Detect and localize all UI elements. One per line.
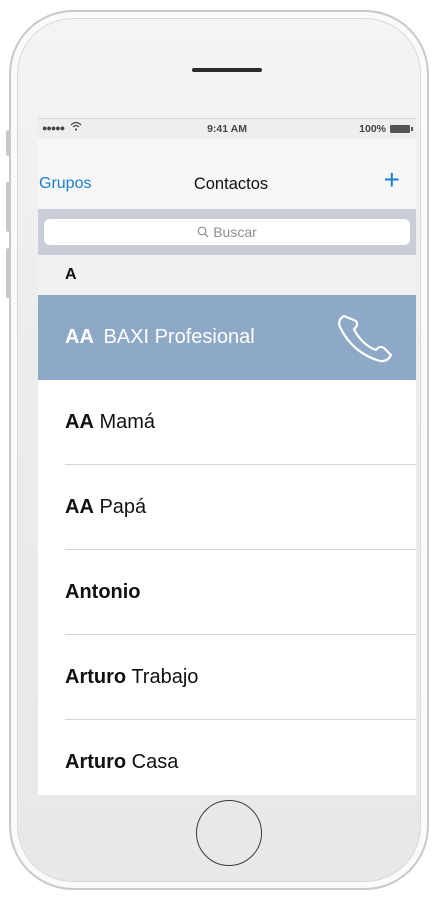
contact-second-part: Casa: [131, 751, 179, 773]
contact-row-arturo-trabajo[interactable]: Arturo Trabajo: [38, 635, 416, 720]
search-bar: Buscar: [38, 209, 416, 255]
device-stage: ●●●●● 9:41 AM 100% Grupos Contactos + Bu…: [0, 0, 435, 897]
search-input[interactable]: Buscar: [44, 219, 410, 245]
battery-icon: [390, 125, 413, 133]
add-contact-button[interactable]: +: [384, 166, 400, 194]
contact-second-part: Mamá: [99, 411, 156, 433]
contact-second-part: Trabajo: [131, 666, 199, 688]
home-button[interactable]: [196, 800, 262, 866]
search-icon: [197, 219, 209, 245]
contact-first-part: Arturo: [65, 666, 127, 688]
page-title: Contactos: [193, 175, 269, 193]
battery-percentage: 100%: [359, 123, 386, 135]
volume-down-button: [6, 248, 10, 298]
contacts-list: AA BAXI Profesional AA Mamá AA Papá Anto…: [38, 295, 416, 795]
phone-screen: ●●●●● 9:41 AM 100% Grupos Contactos + Bu…: [38, 118, 416, 795]
phone-handset-icon[interactable]: [334, 312, 394, 364]
section-header-a: A: [38, 255, 416, 295]
contact-second-part: Papá: [99, 496, 147, 518]
volume-up-button: [6, 182, 10, 232]
contact-first-part: AA: [65, 326, 94, 348]
earpiece-speaker: [192, 68, 262, 72]
contact-row-papa[interactable]: AA Papá: [38, 465, 416, 550]
contact-row-antonio[interactable]: Antonio: [38, 550, 416, 635]
contact-first-part: Antonio: [65, 581, 141, 603]
search-placeholder: Buscar: [213, 224, 257, 240]
contact-first-part: AA: [65, 411, 94, 433]
navigation-bar: Grupos Contactos +: [38, 139, 416, 209]
mute-switch: [6, 130, 10, 156]
contact-first-part: AA: [65, 496, 94, 518]
contact-first-part: Arturo: [65, 751, 127, 773]
contact-second-part: BAXI Profesional: [103, 326, 255, 348]
contact-row-baxi-profesional[interactable]: AA BAXI Profesional: [38, 295, 416, 380]
contact-row-mama[interactable]: AA Mamá: [38, 380, 416, 465]
status-bar: ●●●●● 9:41 AM 100%: [38, 119, 416, 139]
contact-row-arturo-casa[interactable]: Arturo Casa: [38, 720, 416, 795]
